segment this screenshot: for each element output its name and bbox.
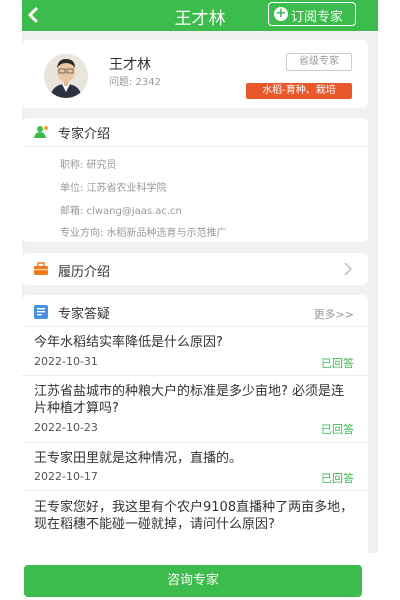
question-text: 江苏省盐城市的种粮大户的标准是多少亩地? 必须是连片种植才算吗? (34, 384, 345, 416)
resume-row[interactable]: 履历介绍 (22, 253, 368, 285)
question-text: 今年水稻结实率降低是什么原因? (34, 335, 223, 350)
expert-person-icon (34, 126, 48, 138)
divider (22, 442, 368, 443)
consult-expert-button[interactable]: 咨询专家 (24, 565, 362, 597)
chevron-right-icon (344, 262, 353, 276)
qa-title: 专家答疑 (58, 307, 111, 322)
divider (22, 375, 368, 376)
question-item[interactable]: 江苏省盐城市的种粮大户的标准是多少亩地? 必须是连片种植才算吗? 2022-10… (22, 379, 368, 441)
question-text: 王专家田里就是这种情况，直播的。 (34, 451, 243, 466)
divider (22, 490, 368, 491)
specialty-tag: 水稻-育种、栽培 (246, 83, 352, 99)
divider (22, 326, 368, 327)
question-text: 王专家您好，我这里有个农户9108直播种了两亩多地，现在稻穗不能碰一碰就掉，请问… (34, 500, 354, 532)
question-date: 2022-10-31 (34, 355, 98, 368)
top-bar: 王才林 + 订阅专家 (22, 0, 378, 31)
divider (22, 146, 368, 147)
avatar (44, 54, 88, 98)
question-date: 2022-10-17 (34, 470, 98, 483)
question-count: 问题: 2342 (109, 77, 161, 88)
email-line: 邮箱: clwang@jaas.ac.cn (60, 206, 182, 217)
unit-line: 单位: 江苏省农业科学院 (60, 183, 167, 194)
title-line: 职称: 研究员 (60, 160, 117, 171)
answered-status: 已回答 (321, 472, 354, 485)
subscribe-label: 订阅专家 (291, 10, 344, 25)
question-date: 2022-10-23 (34, 421, 98, 434)
intro-card: 专家介绍 职称: 研究员 单位: 江苏省农业科学院 邮箱: clwang@jaa… (22, 118, 368, 242)
bottom-bar: 咨询专家 (22, 553, 378, 600)
profile-card: 王才林 问题: 2342 省级专家 水稻-育种、栽培 (22, 40, 368, 108)
briefcase-icon (34, 262, 48, 275)
qa-card: 专家答疑 更多>> 今年水稻结实率降低是什么原因? 2022-10-31 已回答… (22, 295, 368, 565)
more-link[interactable]: 更多>> (314, 306, 354, 322)
qa-icon (34, 305, 48, 319)
answered-status: 已回答 (321, 357, 354, 370)
app-screen: 王才林 + 订阅专家 王才林 问题: 2342 省级专家 水稻-育种、栽培 专家… (22, 0, 378, 600)
plus-icon: + (274, 6, 288, 21)
intro-title: 专家介绍 (58, 127, 111, 142)
answered-status: 已回答 (321, 423, 354, 436)
resume-title: 履历介绍 (58, 265, 111, 280)
level-badge: 省级专家 (286, 53, 352, 71)
expert-name: 王才林 (109, 57, 151, 73)
question-item[interactable]: 王专家田里就是这种情况，直播的。 2022-10-17 已回答 (22, 446, 368, 490)
question-item[interactable]: 今年水稻结实率降低是什么原因? 2022-10-31 已回答 (22, 331, 368, 377)
field-line: 专业方向: 水稻新品种选育与示范推广 (60, 228, 227, 239)
subscribe-button[interactable]: + 订阅专家 (268, 2, 356, 26)
